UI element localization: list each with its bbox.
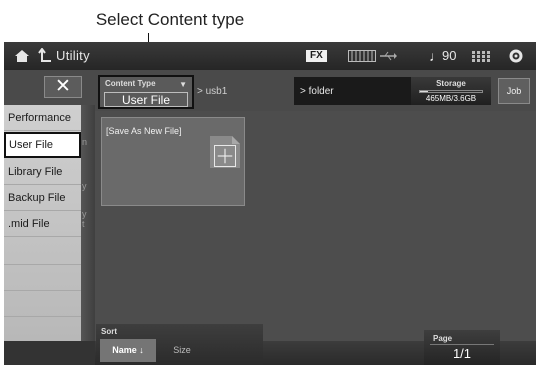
- save-as-new-file-tile[interactable]: [Save As New File]: [101, 117, 245, 206]
- covered-text: y: [82, 209, 87, 219]
- sort-by-name-button[interactable]: Name ↓: [100, 339, 156, 362]
- tempo-value[interactable]: 90: [442, 48, 456, 63]
- sort-by-size-button[interactable]: Size: [158, 339, 206, 362]
- chevron-right-icon: >: [197, 86, 206, 97]
- path-device[interactable]: > usb1: [197, 86, 227, 97]
- chevron-right-icon: >: [300, 86, 309, 97]
- path-folder: > folder: [300, 86, 334, 97]
- keyboard-icon[interactable]: [348, 50, 376, 62]
- fx-badge[interactable]: FX: [306, 50, 327, 62]
- content-type-value: User File: [104, 92, 188, 107]
- covered-text: y: [82, 181, 87, 191]
- menu-empty-slot: [4, 237, 81, 265]
- storage-bar-fill: [420, 91, 429, 92]
- menu-item-library-file[interactable]: Library File: [4, 159, 81, 185]
- page-label: Page: [433, 334, 453, 343]
- top-bar: Utility FX ♩ 90: [4, 42, 536, 70]
- settings-icon[interactable]: [508, 48, 524, 64]
- usb-icon: [380, 51, 397, 61]
- tile-label: [Save As New File]: [106, 126, 182, 136]
- job-button[interactable]: Job: [498, 78, 530, 104]
- sort-label: Sort: [101, 327, 117, 336]
- bottom-left-panel: [4, 341, 95, 365]
- menu-item-mid-file[interactable]: .mid File: [4, 211, 81, 237]
- storage-bar: [419, 90, 483, 93]
- close-button[interactable]: ✕: [44, 76, 82, 98]
- grid-icon[interactable]: [472, 51, 490, 62]
- note-icon: ♩: [429, 48, 443, 64]
- page-value[interactable]: 1/1: [424, 346, 500, 361]
- home-icon[interactable]: [14, 48, 30, 64]
- content-type-select[interactable]: Content Type ▼ User File: [98, 75, 194, 109]
- menu-empty-slot: [4, 265, 81, 291]
- storage-label: Storage: [436, 79, 466, 88]
- path-device-label: usb1: [205, 86, 228, 97]
- sort-control: Sort Name ↓ Size: [96, 324, 263, 365]
- menu-item-backup-file[interactable]: Backup File: [4, 185, 81, 211]
- content-type-menu: Performance User File Library File Backu…: [4, 105, 81, 341]
- storage-value: 465MB/3.6GB: [425, 94, 477, 103]
- content-type-label: Content Type: [105, 79, 156, 88]
- page-title: Utility: [56, 48, 90, 63]
- covered-text: t: [82, 219, 85, 229]
- menu-item-performance[interactable]: Performance: [4, 105, 81, 131]
- menu-empty-slot: [4, 291, 81, 317]
- plus-icon: [214, 145, 236, 167]
- menu-item-user-file[interactable]: User File: [4, 132, 81, 158]
- annotation-callout: Select Content type: [95, 10, 245, 29]
- divider: [430, 344, 494, 345]
- path-folder-button[interactable]: > folder: [294, 77, 411, 105]
- dropdown-arrow-icon: ▼: [179, 80, 187, 89]
- device-screen: Utility FX ♩ 90 ✕ Performance User File …: [4, 42, 536, 365]
- covered-text: n: [82, 137, 88, 147]
- page-indicator: Page 1/1: [424, 330, 500, 365]
- path-folder-label: folder: [308, 86, 334, 97]
- back-icon[interactable]: [38, 48, 52, 64]
- storage-indicator: Storage 465MB/3.6GB: [411, 77, 491, 105]
